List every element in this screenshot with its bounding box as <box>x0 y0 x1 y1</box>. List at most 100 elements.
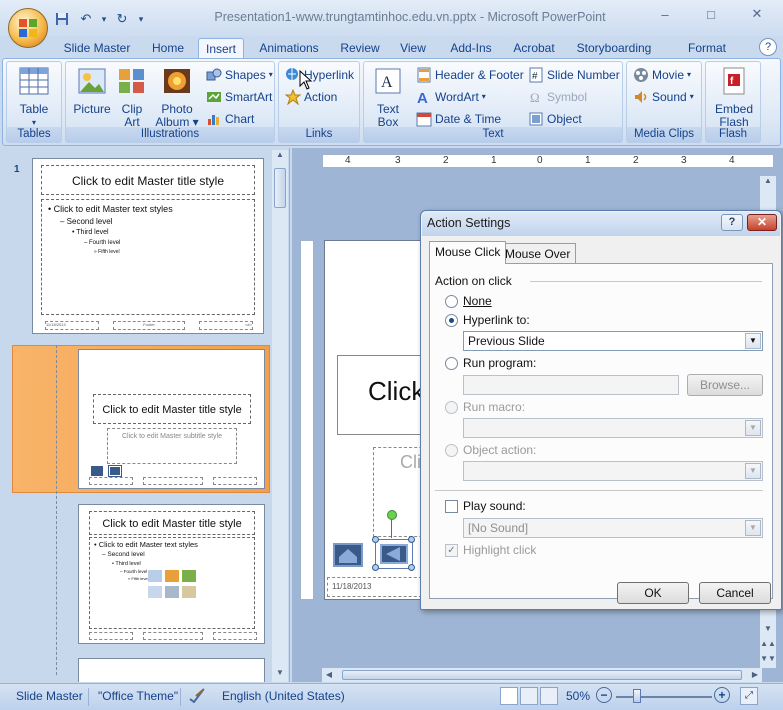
run-macro-radio[interactable] <box>445 401 458 414</box>
thumb3-date-placeholder <box>89 632 133 640</box>
tab-animations[interactable]: Animations <box>254 38 324 58</box>
table-button[interactable]: Table ▾ <box>12 66 56 129</box>
status-language[interactable]: English (United States) <box>222 689 345 703</box>
tab-format[interactable]: Format <box>682 38 732 58</box>
editor-scroll-down-icon[interactable]: ▼ <box>760 624 776 638</box>
movie-button[interactable]: Movie ▾ <box>633 66 691 84</box>
object-action-radio[interactable] <box>445 444 458 457</box>
resize-handle[interactable] <box>408 564 415 571</box>
zoom-slider-track[interactable] <box>616 689 712 703</box>
scroll-down-icon[interactable]: ▼ <box>272 668 288 682</box>
save-icon[interactable] <box>52 10 72 28</box>
status-theme[interactable]: "Office Theme" <box>98 689 178 703</box>
tab-mouse-over[interactable]: Mouse Over <box>499 243 577 263</box>
normal-view-icon[interactable] <box>500 687 518 705</box>
run-program-input[interactable] <box>463 375 679 395</box>
tab-view[interactable]: View <box>394 38 432 58</box>
minimize-button[interactable]: – <box>643 4 687 24</box>
photo-album-button[interactable]: Photo Album ▾ <box>154 66 200 129</box>
fit-to-window-icon[interactable]: ⤢ <box>740 687 758 705</box>
editor-horizontal-scrollbar[interactable]: ◀ ▶ <box>322 668 762 682</box>
picture-button[interactable]: Picture <box>70 66 114 116</box>
sound-button[interactable]: Sound ▾ <box>633 88 694 106</box>
maximize-button[interactable]: □ <box>689 4 733 24</box>
slide-thumbnail-2[interactable]: Click to edit Master title style Click t… <box>78 349 265 489</box>
header-footer-button[interactable]: Header & Footer <box>416 66 524 84</box>
none-radio[interactable] <box>445 295 458 308</box>
smartart-button[interactable]: SmartArt <box>206 88 272 106</box>
chevron-down-icon[interactable]: ▼ <box>745 333 761 349</box>
text-box-button[interactable]: A Text Box <box>368 66 408 129</box>
slides-scrollbar[interactable]: ▲ ▼ <box>272 150 288 682</box>
scroll-right-icon[interactable]: ▶ <box>748 668 762 682</box>
editor-scroll-up-icon[interactable]: ▲ <box>760 176 776 190</box>
help-icon[interactable]: ? <box>759 38 777 56</box>
tab-storyboarding[interactable]: Storyboarding <box>572 38 656 58</box>
hyperlink-to-select[interactable]: Previous Slide ▼ <box>463 331 763 351</box>
previous-slide-icon[interactable]: ▲▲ <box>760 639 776 653</box>
customize-qat-icon[interactable]: ▾ <box>136 10 146 28</box>
tab-home[interactable]: Home <box>146 38 190 58</box>
slide-number-button[interactable]: # Slide Number <box>528 66 620 84</box>
tab-acrobat[interactable]: Acrobat <box>508 38 560 58</box>
object-action-select[interactable]: ▼ <box>463 461 763 481</box>
play-sound-checkbox[interactable] <box>445 500 458 513</box>
chevron-down-icon[interactable]: ▼ <box>745 420 761 436</box>
slides-scroll-thumb[interactable] <box>274 168 286 208</box>
slide-canvas[interactable]: Click Cli 11/18/2013 <box>324 240 443 600</box>
resize-handle[interactable] <box>408 536 415 543</box>
hyperlink-radio[interactable] <box>445 314 458 327</box>
date-time-button[interactable]: Date & Time <box>416 110 501 128</box>
run-macro-select[interactable]: ▼ <box>463 418 763 438</box>
next-slide-icon[interactable]: ▼▼ <box>760 654 776 668</box>
redo-icon[interactable]: ↻ <box>112 10 132 28</box>
scroll-up-icon[interactable]: ▲ <box>272 150 288 164</box>
chevron-down-icon[interactable]: ▼ <box>745 520 761 536</box>
slide-thumbnail-4[interactable] <box>78 658 265 682</box>
action-button[interactable]: Action <box>285 88 337 106</box>
highlight-click-checkbox[interactable]: ✓ <box>445 544 458 557</box>
tab-mouse-click[interactable]: Mouse Click <box>429 241 507 264</box>
clip-art-button[interactable]: Clip Art <box>112 66 152 129</box>
slide-thumbnail-3[interactable]: Click to edit Master title style • Click… <box>78 504 265 644</box>
sound-select[interactable]: [No Sound] ▼ <box>463 518 763 538</box>
run-program-radio[interactable] <box>445 357 458 370</box>
symbol-button[interactable]: Ω Symbol <box>528 88 587 106</box>
hyperlink-button[interactable]: Hyperlink <box>285 66 354 84</box>
slide-show-icon[interactable] <box>540 687 558 705</box>
tab-insert[interactable]: Insert <box>198 38 244 58</box>
home-action-button-icon[interactable] <box>333 543 363 567</box>
zoom-level[interactable]: 50% <box>566 689 590 703</box>
ok-button[interactable]: OK <box>617 582 689 604</box>
dialog-close-button[interactable]: ✕ <box>747 214 777 231</box>
close-button[interactable]: ✕ <box>735 4 779 24</box>
tab-review[interactable]: Review <box>336 38 384 58</box>
slide-sorter-icon[interactable] <box>520 687 538 705</box>
cancel-button[interactable]: Cancel <box>699 582 771 604</box>
zoom-slider-thumb[interactable] <box>633 689 642 703</box>
embed-flash-button[interactable]: f Embed Flash <box>710 66 758 129</box>
resize-handle[interactable] <box>372 564 379 571</box>
undo-dropdown-icon[interactable]: ▾ <box>100 10 108 28</box>
scroll-left-icon[interactable]: ◀ <box>322 668 336 682</box>
back-action-button-selected[interactable] <box>372 510 415 571</box>
editor-hscroll-thumb[interactable] <box>342 670 742 680</box>
dialog-help-button[interactable]: ? <box>721 214 743 231</box>
chevron-down-icon[interactable]: ▼ <box>745 463 761 479</box>
browse-button[interactable]: Browse... <box>687 374 763 396</box>
zoom-in-icon[interactable]: + <box>714 687 730 703</box>
shapes-button[interactable]: Shapes ▾ <box>206 66 273 84</box>
chart-button[interactable]: Chart <box>206 110 254 128</box>
tab-slide-master[interactable]: Slide Master <box>58 38 136 58</box>
resize-handle[interactable] <box>372 536 379 543</box>
rotation-handle[interactable] <box>387 510 397 520</box>
tab-add-ins[interactable]: Add-Ins <box>444 38 498 58</box>
office-button[interactable] <box>8 8 48 48</box>
wordart-button[interactable]: A WordArt ▾ <box>416 88 486 106</box>
slide-thumbnail-1[interactable]: Click to edit Master title style • Click… <box>32 158 264 334</box>
undo-icon[interactable]: ↶ <box>76 10 96 28</box>
spelling-check-icon[interactable] <box>188 687 206 706</box>
zoom-out-icon[interactable]: − <box>596 687 612 703</box>
canvas-date-placeholder[interactable]: 11/18/2013 <box>327 577 427 597</box>
object-button[interactable]: Object <box>528 110 582 128</box>
